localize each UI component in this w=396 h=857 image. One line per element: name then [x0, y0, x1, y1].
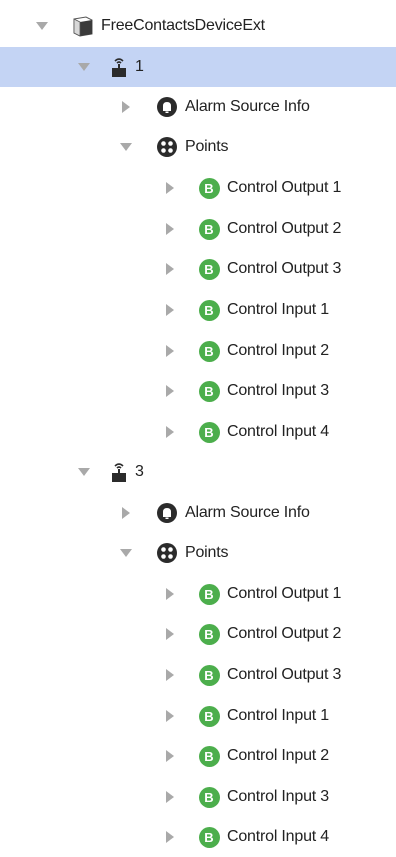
collapsed-arrow-icon[interactable]: [161, 666, 179, 684]
point-label: Control Output 3: [227, 260, 342, 277]
boolean-badge: B: [198, 380, 220, 402]
boolean-badge: B: [198, 623, 220, 645]
nav-tree: FreeContactsDeviceExt 1 Alarm Source Inf…: [0, 0, 396, 856]
tree-row-alarm-source-info[interactable]: Alarm Source Info: [0, 87, 396, 127]
points-label: Points: [185, 544, 229, 561]
tree-row-point[interactable]: B Control Input 2: [0, 331, 396, 371]
tree-row-point[interactable]: B Control Output 3: [0, 249, 396, 289]
tree-row-device[interactable]: 3: [0, 452, 396, 492]
collapsed-arrow-icon[interactable]: [161, 747, 179, 765]
expanded-arrow-icon[interactable]: [75, 463, 93, 481]
tree-row-point[interactable]: B Control Output 1: [0, 574, 396, 614]
collapsed-arrow-icon[interactable]: [161, 301, 179, 319]
point-label: Control Input 1: [227, 301, 329, 318]
tree-row-alarm-source-info[interactable]: Alarm Source Info: [0, 493, 396, 533]
tree-row-point[interactable]: B Control Input 3: [0, 777, 396, 817]
boolean-point-icon: B: [197, 217, 221, 241]
points-label: Points: [185, 138, 229, 155]
tree-row-point[interactable]: B Control Output 3: [0, 655, 396, 695]
boolean-point-icon: B: [197, 704, 221, 728]
boolean-point-icon: B: [197, 744, 221, 768]
boolean-badge: B: [198, 705, 220, 727]
collapsed-arrow-icon[interactable]: [161, 179, 179, 197]
collapsed-arrow-icon[interactable]: [161, 828, 179, 846]
alarm-source-info-label: Alarm Source Info: [185, 98, 310, 115]
boolean-badge: B: [198, 177, 220, 199]
expanded-arrow-icon[interactable]: [117, 138, 135, 156]
boolean-point-icon: B: [197, 176, 221, 200]
device-label: 1: [135, 58, 144, 75]
tree-row-point[interactable]: B Control Output 2: [0, 614, 396, 654]
point-label: Control Input 3: [227, 788, 329, 805]
boolean-badge: B: [198, 786, 220, 808]
boolean-badge: B: [198, 664, 220, 686]
point-label: Control Input 2: [227, 342, 329, 359]
point-label: Control Output 1: [227, 585, 342, 602]
collapsed-arrow-icon[interactable]: [161, 788, 179, 806]
point-label: Control Output 1: [227, 179, 342, 196]
points-folder-icon: [155, 135, 179, 159]
tree-row-point[interactable]: B Control Output 2: [0, 209, 396, 249]
alarm-bell-icon: [155, 95, 179, 119]
tree-row-device[interactable]: 1: [0, 47, 396, 87]
tree-row-point[interactable]: B Control Input 3: [0, 371, 396, 411]
point-label: Control Input 4: [227, 423, 329, 440]
tree-row-point[interactable]: B Control Input 1: [0, 290, 396, 330]
point-label: Control Input 4: [227, 828, 329, 845]
alarm-bell-icon: [155, 501, 179, 525]
tree-row-root[interactable]: FreeContactsDeviceExt: [0, 6, 396, 46]
point-label: Control Output 2: [227, 220, 342, 237]
boolean-point-icon: B: [197, 420, 221, 444]
collapsed-arrow-icon[interactable]: [161, 625, 179, 643]
expanded-arrow-icon[interactable]: [117, 544, 135, 562]
boolean-badge: B: [198, 745, 220, 767]
boolean-point-icon: B: [197, 582, 221, 606]
points-folder-icon: [155, 541, 179, 565]
boolean-point-icon: B: [197, 298, 221, 322]
boolean-point-icon: B: [197, 785, 221, 809]
boolean-badge: B: [198, 421, 220, 443]
device-label: 3: [135, 463, 144, 480]
wireless-device-icon: [107, 460, 131, 484]
point-label: Control Input 3: [227, 382, 329, 399]
collapsed-arrow-icon[interactable]: [161, 382, 179, 400]
boolean-badge: B: [198, 258, 220, 280]
boolean-point-icon: B: [197, 379, 221, 403]
collapsed-arrow-icon[interactable]: [161, 220, 179, 238]
alarm-source-info-label: Alarm Source Info: [185, 504, 310, 521]
boolean-badge: B: [198, 826, 220, 848]
tree-row-point[interactable]: B Control Input 1: [0, 696, 396, 736]
boolean-point-icon: B: [197, 622, 221, 646]
expanded-arrow-icon[interactable]: [75, 58, 93, 76]
folder-module-icon: [71, 14, 95, 38]
collapsed-arrow-icon[interactable]: [161, 585, 179, 603]
collapsed-arrow-icon[interactable]: [117, 504, 135, 522]
boolean-badge: B: [198, 583, 220, 605]
boolean-point-icon: B: [197, 663, 221, 687]
boolean-point-icon: B: [197, 257, 221, 281]
collapsed-arrow-icon[interactable]: [161, 707, 179, 725]
boolean-point-icon: B: [197, 339, 221, 363]
boolean-badge: B: [198, 340, 220, 362]
collapsed-arrow-icon[interactable]: [117, 98, 135, 116]
boolean-badge: B: [198, 299, 220, 321]
boolean-point-icon: B: [197, 825, 221, 849]
boolean-badge: B: [198, 218, 220, 240]
point-label: Control Input 1: [227, 707, 329, 724]
tree-row-point[interactable]: B Control Output 1: [0, 168, 396, 208]
tree-row-point[interactable]: B Control Input 4: [0, 817, 396, 857]
point-label: Control Output 2: [227, 625, 342, 642]
collapsed-arrow-icon[interactable]: [161, 423, 179, 441]
wireless-device-icon: [107, 55, 131, 79]
collapsed-arrow-icon[interactable]: [161, 260, 179, 278]
tree-row-point[interactable]: B Control Input 2: [0, 736, 396, 776]
tree-row-point[interactable]: B Control Input 4: [0, 412, 396, 452]
tree-root-label: FreeContactsDeviceExt: [101, 17, 265, 34]
collapsed-arrow-icon[interactable]: [161, 342, 179, 360]
expanded-arrow-icon[interactable]: [33, 17, 51, 35]
point-label: Control Input 2: [227, 747, 329, 764]
tree-row-points[interactable]: Points: [0, 127, 396, 167]
tree-row-points[interactable]: Points: [0, 533, 396, 573]
point-label: Control Output 3: [227, 666, 342, 683]
